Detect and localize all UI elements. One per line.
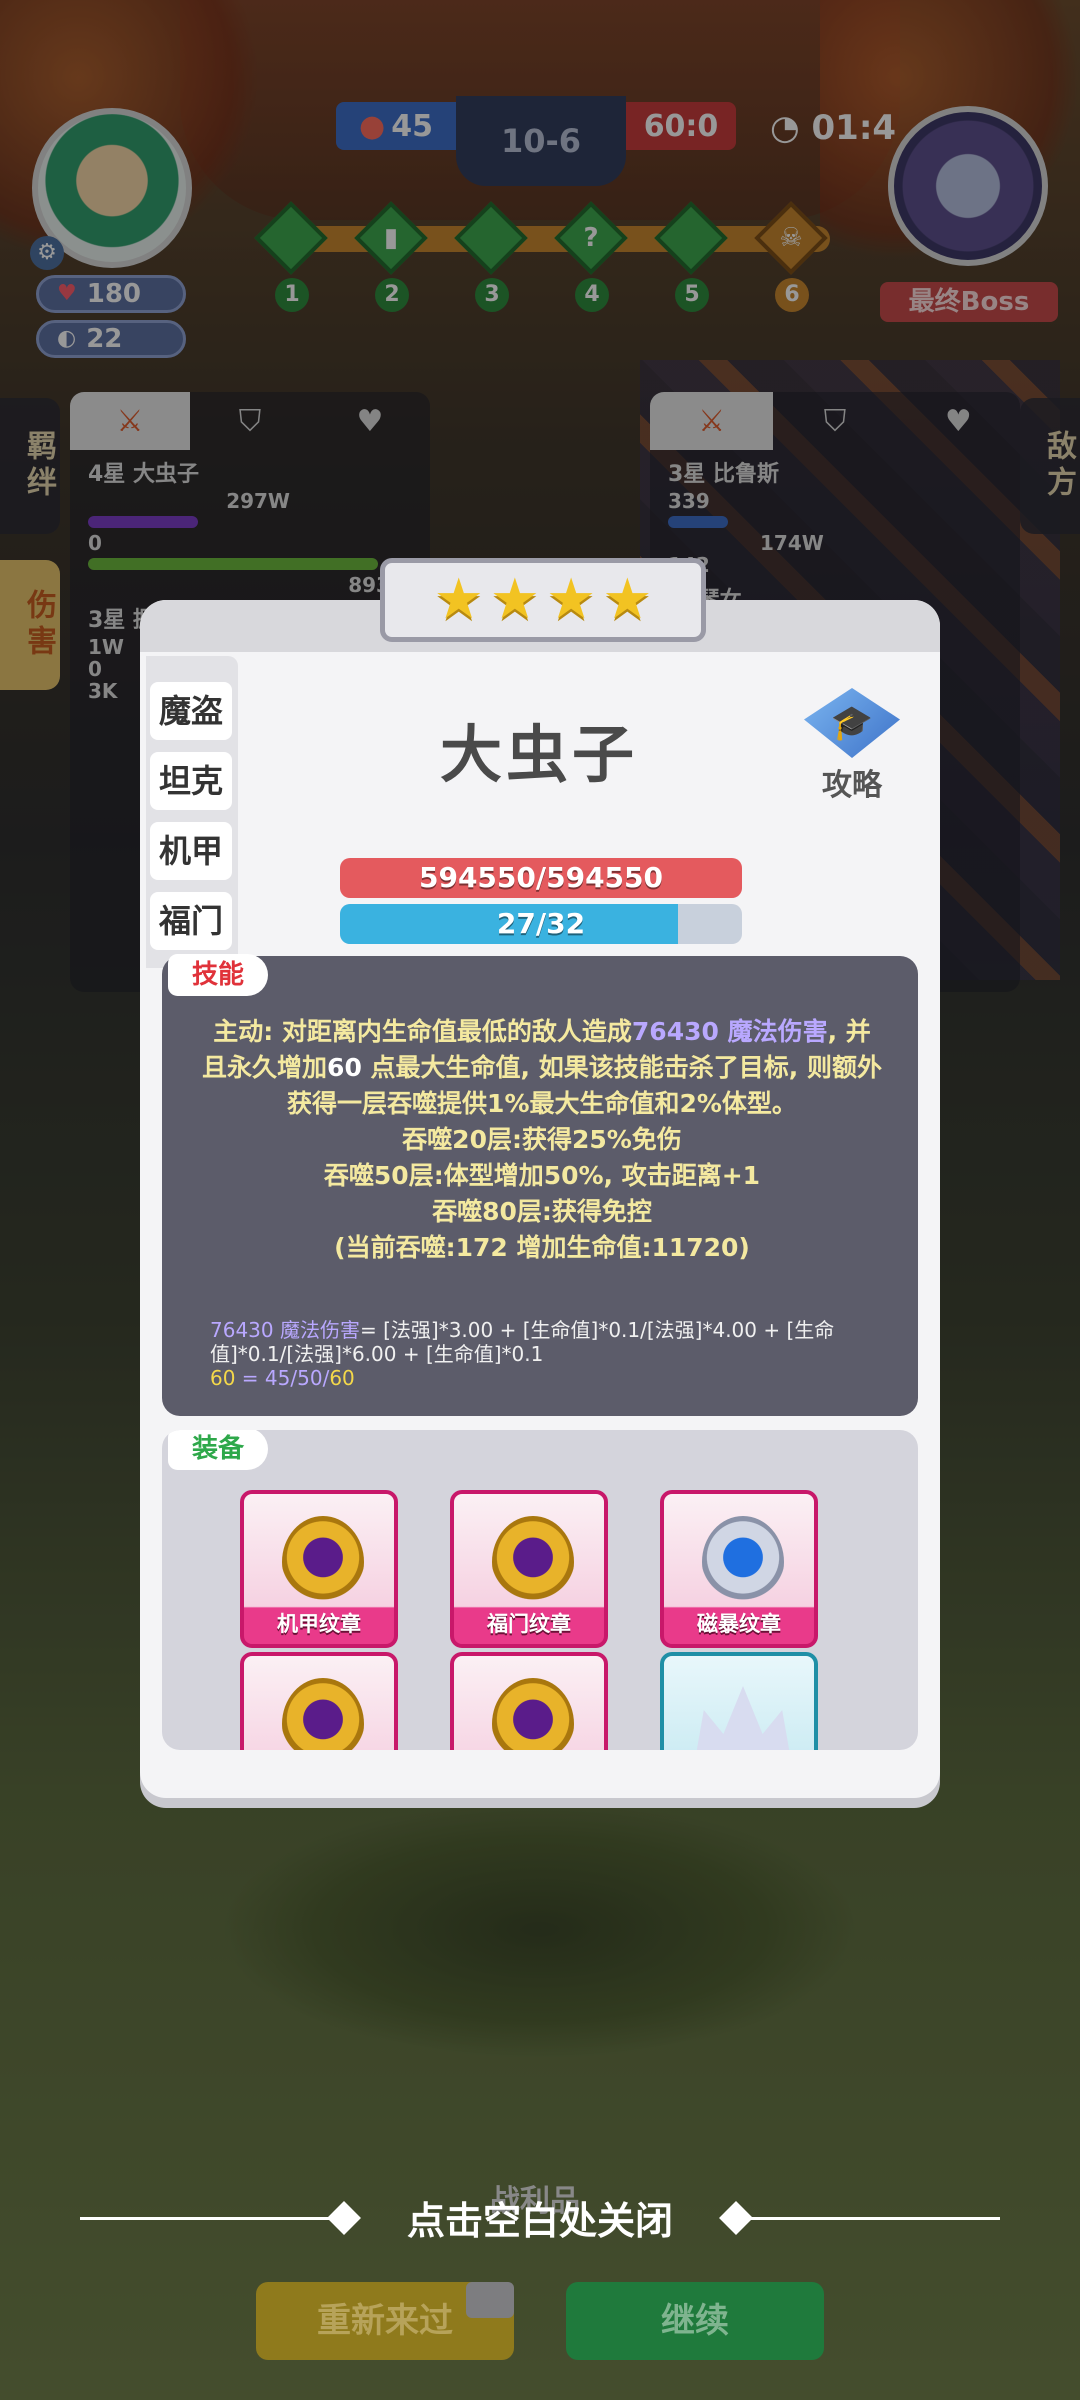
- skill-hp-highlight: 60: [327, 1053, 362, 1082]
- equipment-panel: 装备 机甲纹章 福门纹章 磁暴纹章: [162, 1430, 918, 1750]
- equipment-slot[interactable]: 磁暴纹章: [660, 1490, 818, 1648]
- formula-hp-current: 60: [329, 1366, 355, 1390]
- skill-tier-50: 吞噬50层:体型增加50%, 攻击距离+1: [323, 1161, 761, 1190]
- emblem-icon: [492, 1516, 574, 1608]
- star-icon: ★: [489, 567, 540, 632]
- hero-detail-modal: ★ ★ ★ ★ 魔盗 坦克 机甲 福门 大虫子 🎓 攻略 594550/5945…: [140, 558, 940, 1798]
- emblem-icon: [282, 1516, 364, 1608]
- hero-hp-bar: 594550/594550: [340, 858, 742, 898]
- class-tag[interactable]: 坦克: [150, 752, 232, 810]
- equipment-name: 磁暴纹章: [697, 1612, 781, 1636]
- formula-label: 76430 魔法伤害: [210, 1318, 360, 1342]
- guide-label: 攻略: [822, 768, 882, 803]
- emblem-icon: [702, 1516, 784, 1608]
- skill-panel: 技能 主动: 对距离内生命值最低的敌人造成76430 魔法伤害, 并且永久增加6…: [162, 954, 918, 1416]
- equipment-slot[interactable]: [660, 1652, 818, 1750]
- video-ad-icon: [466, 2282, 514, 2318]
- equipment-slot[interactable]: 福门纹章: [450, 1490, 608, 1648]
- formula-hp-value: 60: [210, 1366, 236, 1390]
- skill-text-part: 主动: 对距离内生命值最低的敌人造成: [213, 1017, 632, 1046]
- skill-current-stacks: (当前吞噬:172 增加生命值:11720): [334, 1233, 750, 1262]
- skill-description: 主动: 对距离内生命值最低的敌人造成76430 魔法伤害, 并且永久增加60 点…: [202, 1014, 882, 1266]
- skill-formula: 76430 魔法伤害= [法强]*3.00 + [生命值]*0.1/[法强]*4…: [210, 1318, 890, 1390]
- class-tag[interactable]: 福门: [150, 892, 232, 950]
- equipment-name: 福门纹章: [487, 1612, 571, 1636]
- skill-damage-highlight: 76430 魔法伤害: [631, 1017, 828, 1046]
- skill-text-part: 点最大生命值, 如果该技能击杀了目标, 则额外获得一层吞噬提供1%最大生命值和2…: [287, 1053, 882, 1118]
- skill-badge: 技能: [168, 954, 268, 996]
- equipment-badge: 装备: [168, 1430, 268, 1470]
- continue-button[interactable]: 继续: [566, 2282, 824, 2360]
- hero-name: 大虫子: [440, 718, 639, 791]
- equipment-slot[interactable]: [240, 1652, 398, 1750]
- skill-tier-80: 吞噬80层:获得免控: [432, 1197, 652, 1226]
- equipment-slot[interactable]: [450, 1652, 608, 1750]
- class-tags: 魔盗 坦克 机甲 福门: [146, 656, 238, 968]
- skill-tier-20: 吞噬20层:获得25%免伤: [402, 1125, 682, 1154]
- star-icon: ★: [546, 567, 597, 632]
- hero-mana-text: 27/32: [496, 907, 586, 940]
- class-tag[interactable]: 机甲: [150, 822, 232, 880]
- guide-button[interactable]: 🎓 攻略: [800, 688, 904, 803]
- crown-icon: [694, 1686, 792, 1750]
- star-rating: ★ ★ ★ ★: [380, 558, 706, 642]
- equipment-slot[interactable]: 机甲纹章: [240, 1490, 398, 1648]
- formula-hp-tiers: = 45/50/: [235, 1366, 330, 1390]
- hero-hp-text: 594550/594550: [418, 861, 663, 894]
- star-icon: ★: [433, 567, 484, 632]
- emblem-icon: [492, 1678, 574, 1750]
- equipment-name: 机甲纹章: [277, 1612, 361, 1636]
- emblem-icon: [282, 1678, 364, 1750]
- close-hint: 点击空白处关闭: [406, 2199, 673, 2243]
- star-icon: ★: [602, 567, 653, 632]
- graduation-cap-icon: 🎓: [804, 688, 900, 758]
- hero-mana-bar: 27/32: [340, 904, 742, 944]
- class-tag[interactable]: 魔盗: [150, 682, 232, 740]
